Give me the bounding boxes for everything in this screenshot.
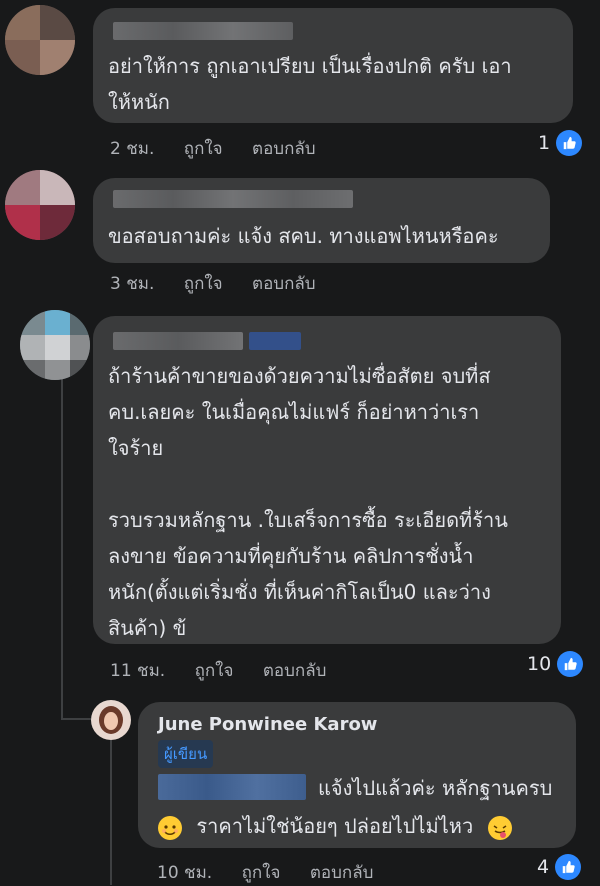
reply-author-name[interactable]: June Ponwinee Karow bbox=[158, 714, 377, 735]
like-button[interactable]: ถูกใจ bbox=[242, 863, 281, 883]
reply-button[interactable]: ตอบกลับ bbox=[310, 863, 374, 883]
avatar[interactable] bbox=[5, 170, 75, 240]
reply-meta: 10 ชม. ถูกใจ ตอบกลับ bbox=[157, 859, 397, 886]
reaction-summary[interactable]: 4 bbox=[537, 854, 582, 880]
comment-time[interactable]: 11 ชม. bbox=[110, 661, 165, 681]
avatar[interactable] bbox=[20, 310, 90, 380]
mention-blurred[interactable] bbox=[158, 774, 306, 800]
comment-time[interactable]: 2 ชม. bbox=[110, 139, 154, 159]
comment-bubble: ขอสอบถามค่ะ แจ้ง สคบ. ทางแอพไหนหรือคะ bbox=[93, 178, 550, 263]
reaction-count: 10 bbox=[527, 653, 552, 675]
like-icon bbox=[555, 854, 582, 880]
thread-line bbox=[61, 350, 63, 720]
like-button[interactable]: ถูกใจ bbox=[184, 274, 223, 294]
author-name-blurred[interactable] bbox=[113, 22, 293, 40]
comment-text: ขอสอบถามค่ะ แจ้ง สคบ. ทางแอพไหนหรือคะ bbox=[108, 224, 499, 248]
reaction-count: 4 bbox=[537, 856, 550, 878]
comment-bubble: ถ้าร้านค้าขายของด้วยความไม่ซื่อสัตย จบที… bbox=[93, 316, 561, 644]
author-badge: ผู้เขียน bbox=[158, 740, 214, 768]
reply-bubble: June Ponwinee Karow ผู้เขียน แจ้งไปแล้วค… bbox=[138, 702, 576, 848]
comment-meta: 2 ชม. ถูกใจ ตอบกลับ bbox=[110, 135, 340, 162]
avatar[interactable] bbox=[5, 5, 75, 75]
comment-bubble: อย่าให้การ ถูกเอาเปรียบ เป็นเรื่องปกติ ค… bbox=[93, 8, 573, 123]
reaction-count: 1 bbox=[538, 132, 551, 154]
smile-emoji-icon bbox=[158, 815, 182, 840]
reply-time[interactable]: 10 ชม. bbox=[157, 863, 212, 883]
reaction-summary[interactable]: 10 bbox=[527, 651, 584, 677]
reply-avatar[interactable] bbox=[91, 700, 131, 740]
thread-line-reply bbox=[110, 740, 112, 885]
reply-button[interactable]: ตอบกลับ bbox=[252, 139, 316, 159]
author-badge-blurred bbox=[249, 332, 301, 350]
author-name-blurred[interactable] bbox=[113, 332, 243, 350]
reply-button[interactable]: ตอบกลับ bbox=[252, 274, 316, 294]
like-button[interactable]: ถูกใจ bbox=[195, 661, 234, 681]
thread-line-branch bbox=[61, 718, 91, 720]
author-name-blurred[interactable] bbox=[113, 190, 353, 208]
comment-text: อย่าให้การ ถูกเอาเปรียบ เป็นเรื่องปกติ ค… bbox=[108, 54, 512, 114]
like-icon bbox=[557, 651, 584, 677]
like-icon bbox=[556, 130, 583, 156]
reply-text-line2: ราคาไม่ใช่น้อยๆ ปล่อยไปไม่ไหว bbox=[158, 808, 512, 844]
comment-text: ถ้าร้านค้าขายของด้วยความไม่ซื่อสัตย จบที… bbox=[108, 364, 508, 640]
comment-meta: 3 ชม. ถูกใจ ตอบกลับ bbox=[110, 270, 340, 297]
reaction-summary[interactable]: 1 bbox=[538, 130, 583, 156]
tongue-emoji-icon bbox=[487, 815, 512, 840]
comment-time[interactable]: 3 ชม. bbox=[110, 274, 154, 294]
reply-button[interactable]: ตอบกลับ bbox=[263, 661, 327, 681]
comment-meta: 11 ชม. ถูกใจ ตอบกลับ bbox=[110, 657, 350, 684]
like-button[interactable]: ถูกใจ bbox=[184, 139, 223, 159]
reply-text-line1: แจ้งไปแล้วค่ะ หลักฐานครบ bbox=[318, 776, 553, 800]
